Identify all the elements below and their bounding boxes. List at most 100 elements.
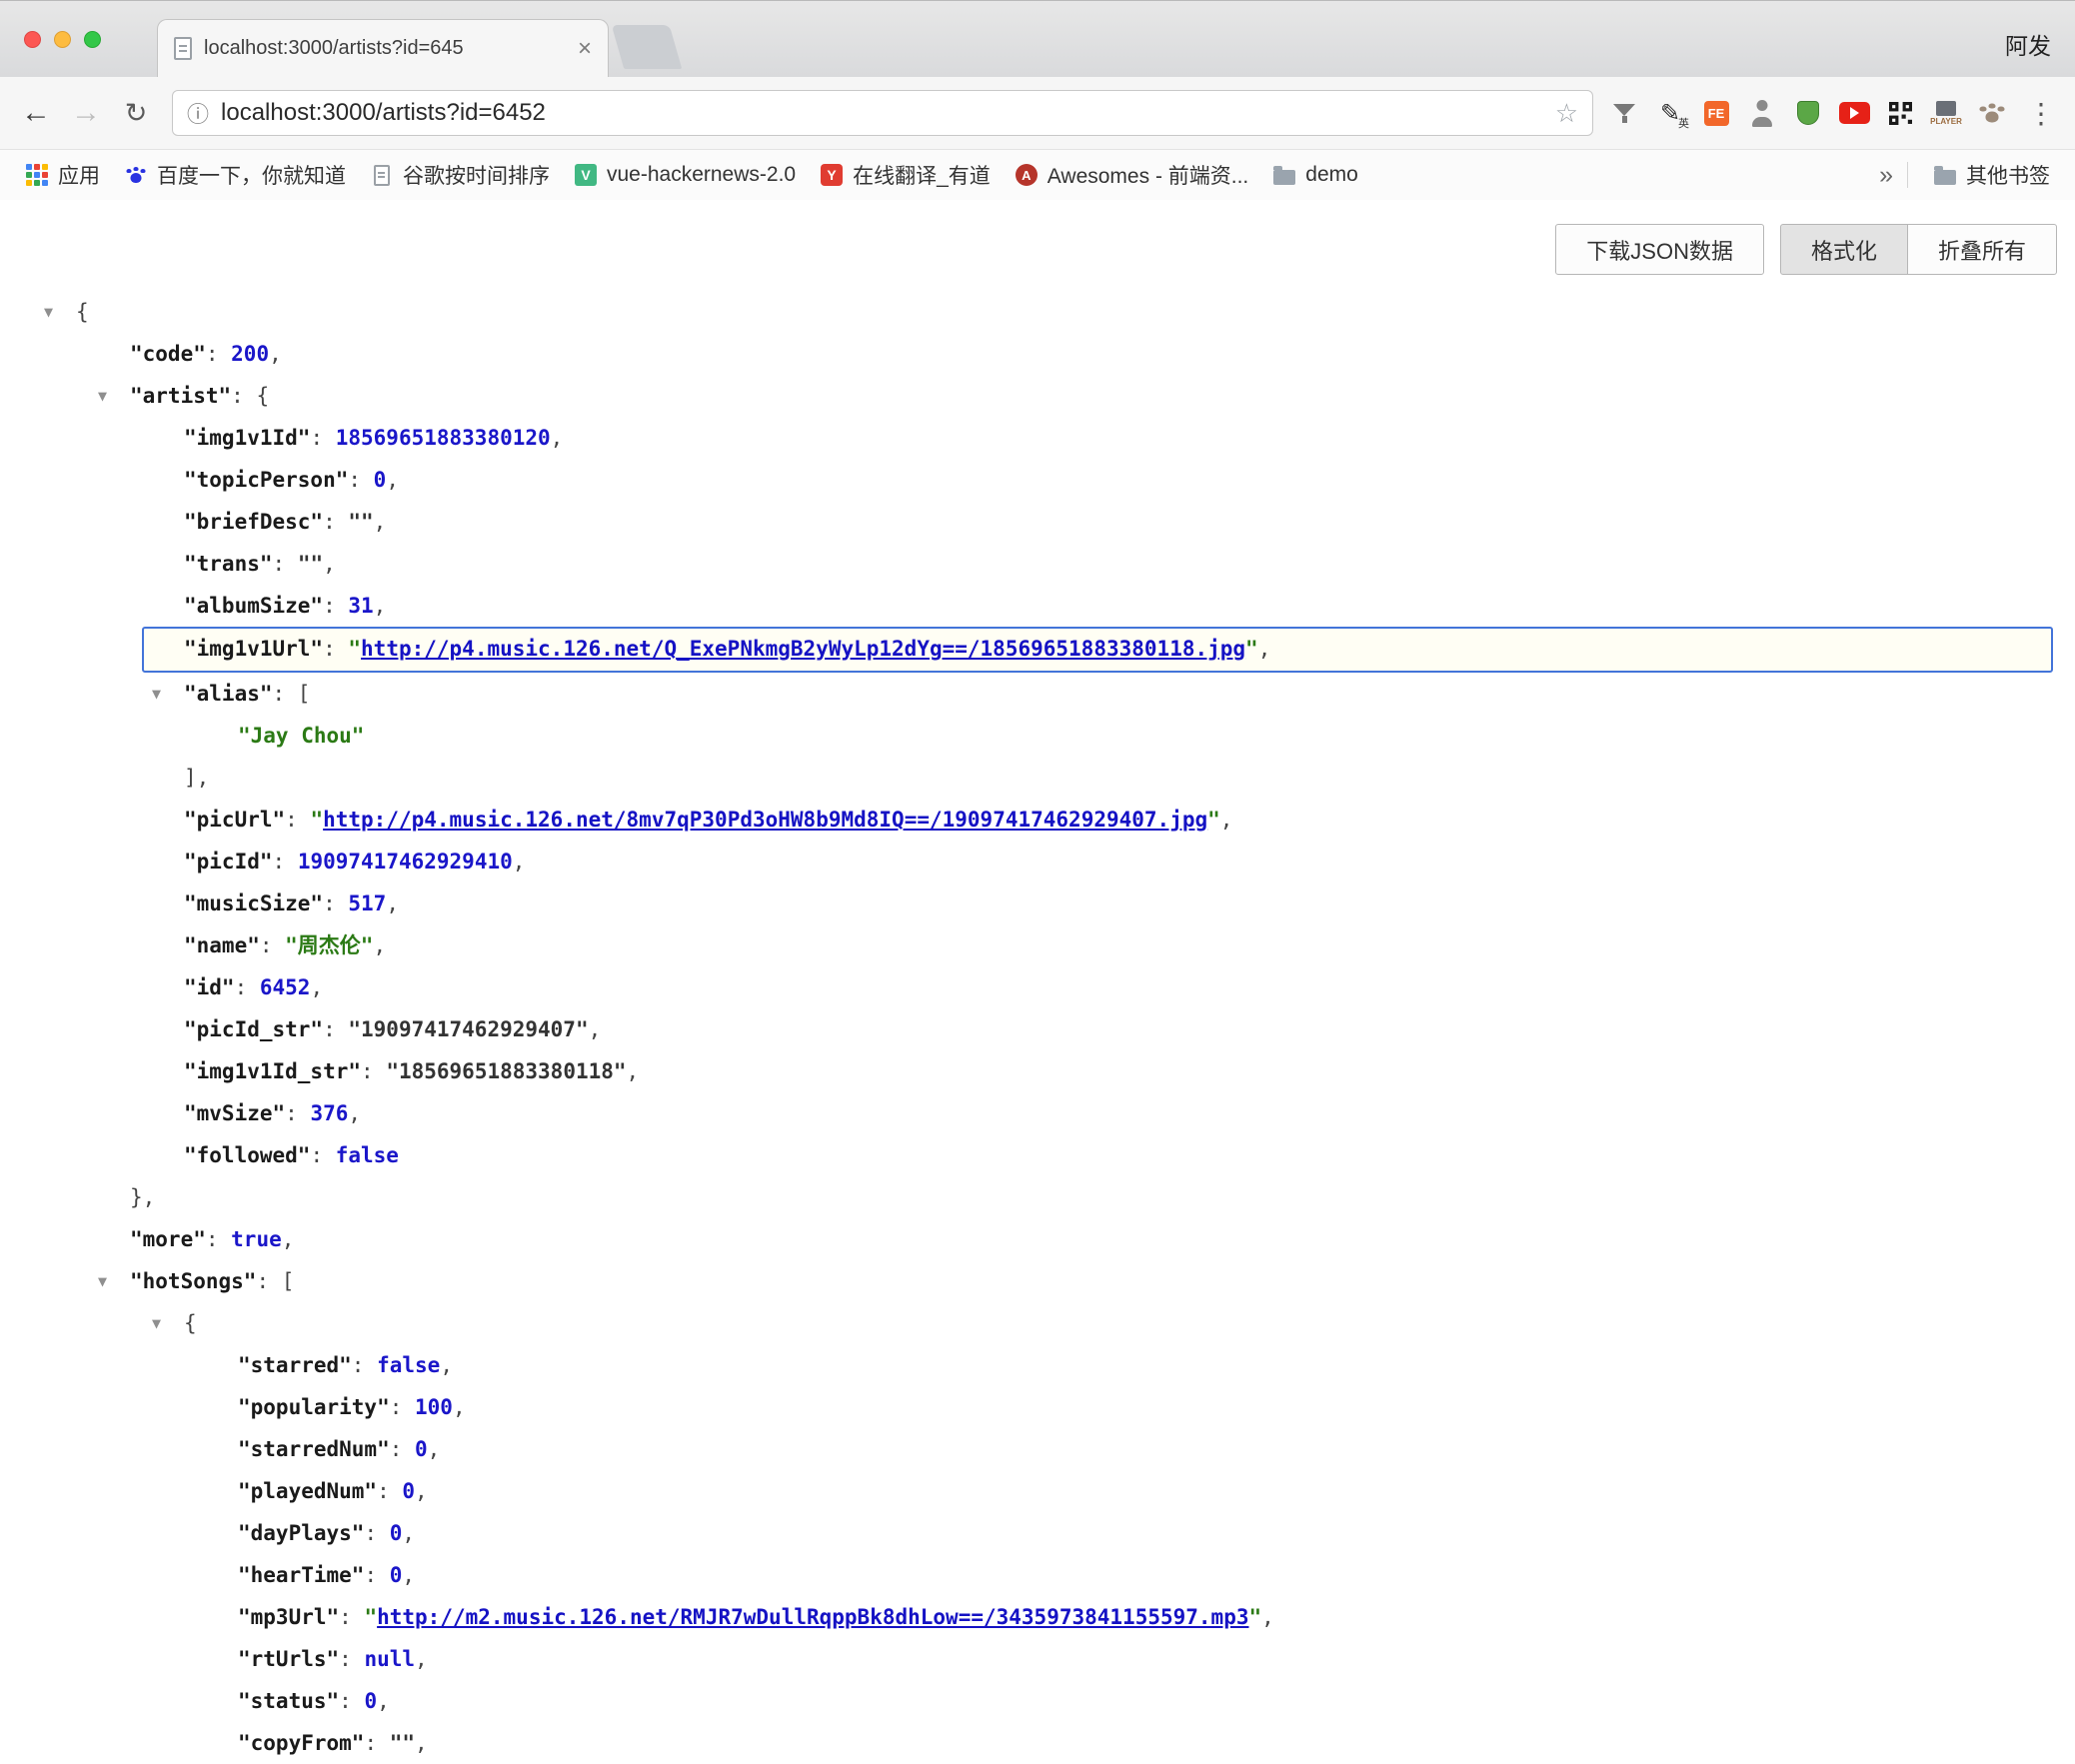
json-token: : (206, 342, 231, 366)
json-token: "周杰伦" (285, 933, 373, 957)
browser-tab[interactable]: localhost:3000/artists?id=645 × (157, 19, 609, 77)
tampermonkey-extension-icon[interactable] (1791, 95, 1825, 131)
json-token: "" (298, 552, 323, 576)
json-token: , (589, 1017, 602, 1041)
collapse-toggle-icon[interactable]: ▼ (98, 1260, 107, 1302)
funnel-extension-icon[interactable] (1607, 95, 1641, 131)
json-line: "playedNum": 0, (0, 1470, 2075, 1512)
fullscreen-window-button[interactable] (84, 31, 101, 48)
other-bookmarks-label: 其他书签 (1966, 160, 2050, 190)
collapse-toggle-icon[interactable]: ▼ (152, 673, 161, 715)
json-line-selected: "img1v1Url": "http://p4.music.126.net/Q_… (142, 627, 2053, 673)
json-key: "topicPerson" (184, 468, 348, 492)
json-token: , (513, 850, 526, 874)
bookmark-item[interactable]: Vvue-hackernews-2.0 (563, 159, 807, 191)
music-player-extension-icon[interactable]: PLAYER (1929, 95, 1963, 131)
json-key: "briefDesc" (184, 510, 323, 534)
json-link[interactable]: http://p4.music.126.net/Q_ExePNkmgB2yWyL… (361, 637, 1245, 661)
bookmark-label: demo (1305, 163, 1358, 187)
forward-button[interactable]: → (64, 98, 108, 128)
json-key: "img1v1Id_str" (184, 1059, 361, 1083)
json-line: ▼"hotSongs": [ (0, 1260, 2075, 1302)
json-link[interactable]: http://m2.music.126.net/RMJR7wDullRqppBk… (377, 1605, 1248, 1629)
close-window-button[interactable] (24, 31, 41, 48)
window-controls (24, 31, 101, 48)
json-line: "picUrl": "http://p4.music.126.net/8mv7q… (0, 799, 2075, 841)
json-key: "playedNum" (238, 1479, 377, 1503)
url-text[interactable]: localhost:3000/artists?id=6452 (221, 99, 1543, 127)
minimize-window-button[interactable] (54, 31, 71, 48)
json-token: : (364, 1521, 389, 1545)
json-token: "19097417462929407" (348, 1017, 588, 1041)
collapse-toggle-icon[interactable]: ▼ (44, 291, 53, 333)
json-line: ], (0, 757, 2075, 799)
json-toolbar: 下载JSON数据 格式化 折叠所有 (0, 200, 2075, 275)
collapse-toggle-icon[interactable]: ▼ (98, 375, 107, 417)
apps-icon (25, 163, 49, 187)
json-token: , (453, 1395, 466, 1419)
json-token: , (1258, 637, 1271, 661)
json-token: " (1248, 1605, 1261, 1629)
page-info-icon[interactable]: ⓘ (187, 97, 209, 129)
download-json-button[interactable]: 下载JSON数据 (1555, 224, 1764, 275)
other-bookmarks-folder[interactable]: 其他书签 (1922, 156, 2061, 194)
json-line: "img1v1Id_str": "18569651883380118", (0, 1050, 2075, 1092)
bookmark-star-icon[interactable]: ☆ (1555, 98, 1578, 129)
json-line: "followed": false (0, 1134, 2075, 1176)
format-button[interactable]: 格式化 (1780, 224, 1908, 275)
profile-name[interactable]: 阿发 (2005, 27, 2051, 61)
bookmark-item[interactable]: 应用 (14, 156, 111, 194)
json-token: , (627, 1059, 640, 1083)
bookmark-item[interactable]: 百度一下，你就知道 (113, 156, 357, 194)
json-line: "more": true, (0, 1218, 2075, 1260)
new-tab-button[interactable] (612, 25, 683, 69)
bookmark-item[interactable]: 谷歌按时间排序 (359, 156, 561, 194)
json-token: }, (130, 1185, 155, 1209)
translate-extension-icon[interactable]: ✎英 (1653, 95, 1687, 131)
json-token: 517 (348, 891, 386, 915)
youtube-extension-icon[interactable] (1837, 95, 1871, 131)
json-token: , (440, 1353, 453, 1377)
person-extension-icon[interactable] (1745, 95, 1779, 131)
json-token: "" (390, 1731, 415, 1755)
json-token: , (269, 342, 282, 366)
json-line: ▼{ (0, 291, 2075, 333)
bookmark-item[interactable]: demo (1261, 159, 1369, 191)
format-segmented-control: 格式化 折叠所有 (1780, 224, 2057, 275)
back-button[interactable]: ← (14, 98, 58, 128)
bookmark-label: Awesomes - 前端资... (1047, 160, 1249, 190)
json-token: ], (184, 766, 209, 790)
collapse-toggle-icon[interactable]: ▼ (152, 1302, 161, 1344)
json-token: : (390, 1395, 415, 1419)
paw-extension-icon[interactable] (1975, 95, 2009, 131)
reload-button[interactable]: ↻ (114, 100, 158, 127)
json-line: "Jay Chou" (0, 715, 2075, 757)
json-key: "id" (184, 975, 235, 999)
json-token: : (206, 1227, 231, 1251)
browser-window: localhost:3000/artists?id=645 × 阿发 ← → ↻… (0, 0, 2075, 1764)
qrcode-extension-icon[interactable] (1883, 95, 1917, 131)
json-key: "hearTime" (238, 1563, 364, 1587)
address-bar[interactable]: ⓘ localhost:3000/artists?id=6452 ☆ (172, 90, 1593, 136)
json-token: , (373, 933, 386, 957)
folder-icon (1272, 163, 1296, 187)
bookmark-item[interactable]: AAwesomes - 前端资... (1004, 156, 1260, 194)
json-token: null (364, 1647, 415, 1671)
bookmarks-overflow-icon[interactable]: » (1879, 161, 1893, 190)
tab-close-icon[interactable]: × (578, 37, 592, 61)
json-token: : (323, 510, 348, 534)
page-content: 下载JSON数据 格式化 折叠所有 ▼{"code": 200,▼"artist… (0, 200, 2075, 1764)
json-token: , (415, 1731, 428, 1755)
bookmark-item[interactable]: Y在线翻译_有道 (809, 156, 1002, 194)
json-key: "albumSize" (184, 594, 323, 618)
json-token: 6452 (260, 975, 311, 999)
collapse-all-button[interactable]: 折叠所有 (1907, 224, 2057, 275)
fe-extension-icon[interactable]: FE (1699, 95, 1733, 131)
extensions-row: ✎英 FE PLAYER ⋮ (1607, 95, 2061, 131)
chrome-menu-icon[interactable]: ⋮ (2021, 97, 2061, 130)
json-line: "copyFrom": "", (0, 1722, 2075, 1764)
json-token: : (260, 933, 285, 957)
json-token: : (339, 1605, 364, 1629)
json-line: "picId": 19097417462929410, (0, 841, 2075, 882)
json-link[interactable]: http://p4.music.126.net/8mv7qP30Pd3oHW8b… (323, 808, 1207, 832)
